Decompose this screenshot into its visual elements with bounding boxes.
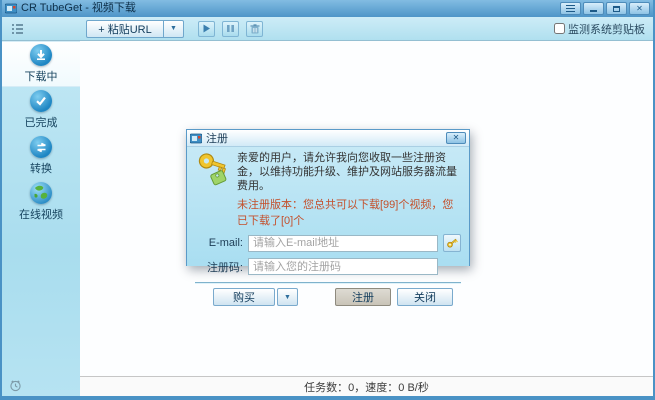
dialog-titlebar: 注册 ✕: [187, 130, 469, 147]
clipboard-monitor-checkbox[interactable]: [554, 23, 565, 34]
clipboard-monitor-option: 监测系统剪贴板: [554, 21, 645, 37]
sidebar-item-convert[interactable]: 转换: [2, 133, 80, 179]
paste-url-label: + 粘贴URL: [98, 21, 152, 37]
minimize-button[interactable]: [583, 2, 604, 15]
sidebar-item-label: 在线视频: [19, 206, 63, 222]
dialog-icon: [190, 133, 202, 144]
titlebar: CR TubeGet - 视频下载 ✕: [2, 0, 653, 17]
sidebar-item-downloading[interactable]: 下载中: [2, 41, 80, 87]
start-button[interactable]: [198, 21, 215, 37]
close-icon: ✕: [636, 5, 643, 13]
clipboard-monitor-label: 监测系统剪贴板: [568, 21, 645, 37]
dialog-close-action-button[interactable]: 关闭: [397, 288, 453, 306]
pause-button[interactable]: [222, 21, 239, 37]
statusbar: 任务数：0，速度：0 B/秒: [80, 376, 653, 396]
register-button[interactable]: 注册: [335, 288, 391, 306]
toolbar: + 粘贴URL ▼ 监测系统剪贴板: [2, 17, 653, 41]
delete-button[interactable]: [246, 21, 263, 37]
sidebar-item-label: 已完成: [25, 114, 58, 130]
paste-url-button[interactable]: + 粘贴URL: [86, 20, 164, 38]
play-icon: [202, 24, 211, 33]
sidebar-item-label: 转换: [30, 160, 52, 176]
email-label: E-mail:: [195, 237, 243, 249]
globe-icon: [30, 182, 52, 204]
minimize-icon: [590, 10, 597, 12]
maximize-button[interactable]: [606, 2, 627, 15]
window-title: CR TubeGet - 视频下载: [21, 0, 136, 17]
regcode-field[interactable]: [248, 258, 438, 275]
email-field[interactable]: [248, 235, 438, 252]
close-button-label: 关闭: [414, 289, 436, 305]
status-text: 任务数：0，速度：0 B/秒: [304, 379, 429, 395]
sidebar-item-online-video[interactable]: 在线视频: [2, 179, 80, 225]
dialog-close-button[interactable]: ✕: [446, 132, 466, 144]
paste-url-dropdown-button[interactable]: ▼: [164, 20, 184, 38]
chevron-down-icon: ▼: [284, 294, 291, 301]
close-button[interactable]: ✕: [629, 2, 650, 15]
chevron-down-icon: ▼: [170, 25, 177, 32]
menu-button[interactable]: [560, 2, 581, 15]
regcode-label: 注册码:: [195, 259, 243, 275]
download-icon: [30, 44, 52, 66]
sidebar: 下载中 已完成 转换: [2, 41, 80, 396]
buy-button[interactable]: 购买: [213, 288, 275, 306]
app-icon: [5, 3, 17, 14]
key-icon: [195, 152, 229, 188]
sidebar-item-label: 下载中: [25, 68, 58, 84]
menu-icon: [566, 5, 575, 12]
schedule-clock-icon[interactable]: [9, 379, 22, 392]
maximize-icon: [613, 6, 620, 12]
fetch-key-button[interactable]: [443, 234, 461, 252]
trash-icon: [250, 24, 260, 34]
dialog-intro-text: 亲爱的用户，请允许我向您收取一些注册资金，以维持功能升级、维护及网站服务器流量费…: [237, 152, 461, 193]
buy-dropdown-button[interactable]: ▼: [277, 288, 298, 306]
convert-arrows-icon: [30, 136, 52, 158]
grip-icon[interactable]: [12, 23, 24, 35]
dialog-warning-text: 未注册版本：您总共可以下载[99]个视频，您已下载了[0]个: [237, 196, 461, 228]
pause-icon: [226, 24, 235, 33]
dialog-footer: 购买 ▼ 注册 关闭: [195, 282, 461, 306]
small-key-icon: [446, 237, 458, 249]
close-icon: ✕: [453, 134, 460, 142]
sidebar-item-completed[interactable]: 已完成: [2, 87, 80, 133]
register-dialog: 注册 ✕: [186, 129, 470, 266]
window-controls: ✕: [560, 2, 650, 15]
media-buttons: [198, 21, 263, 37]
dialog-content: 亲爱的用户，请允许我向您收取一些注册资金，以维持功能升级、维护及网站服务器流量费…: [187, 147, 469, 266]
check-icon: [30, 90, 52, 112]
app-window: CR TubeGet - 视频下载 ✕ + 粘贴URL ▼: [0, 0, 655, 400]
buy-button-label: 购买: [233, 289, 255, 305]
register-button-label: 注册: [352, 289, 374, 305]
dialog-title: 注册: [206, 130, 228, 146]
